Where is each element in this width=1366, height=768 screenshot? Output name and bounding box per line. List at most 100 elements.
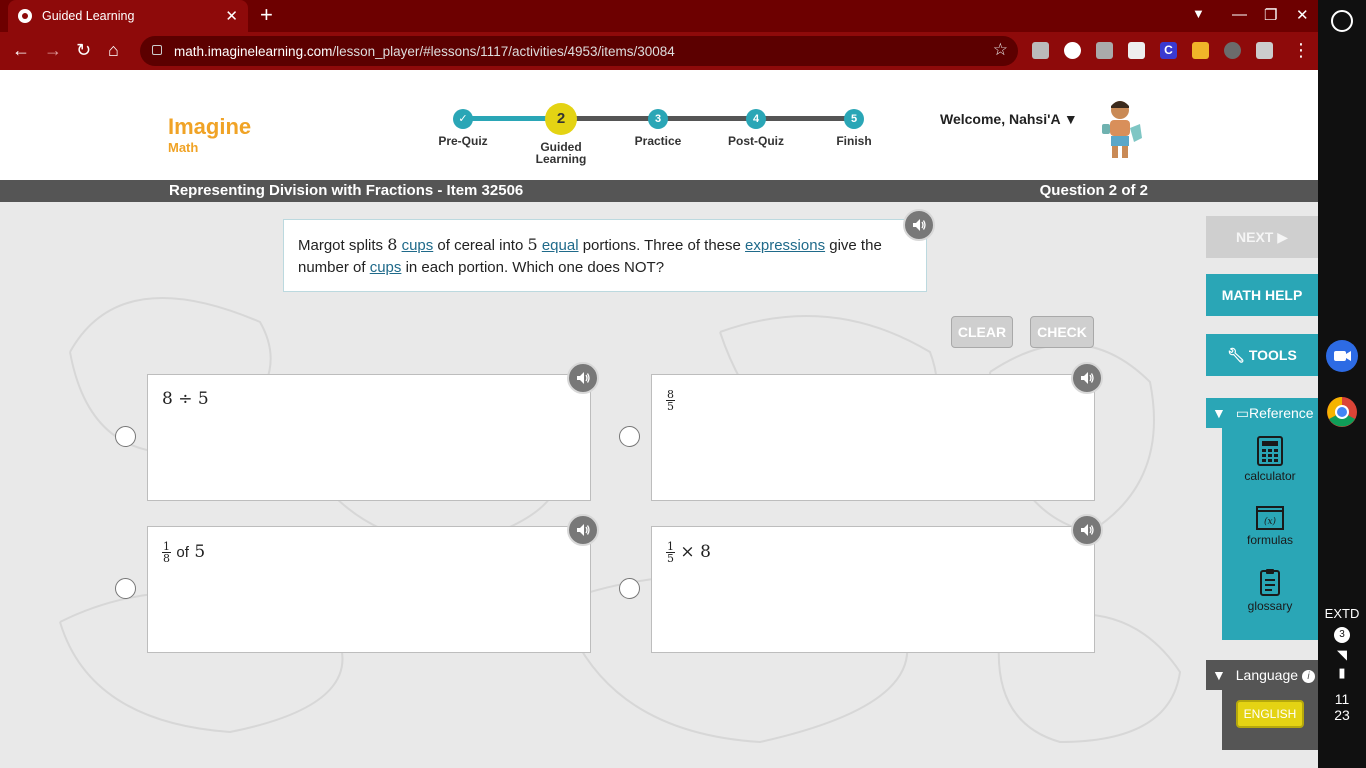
extensions-menu-icon[interactable] — [1256, 42, 1273, 59]
prompt-audio-button[interactable] — [903, 209, 935, 241]
home-icon[interactable]: ⌂ — [108, 40, 119, 60]
reference-label: Reference — [1248, 405, 1314, 421]
extension-printer-icon[interactable] — [1096, 42, 1113, 59]
lesson-title-bar: Representing Division with Fractions - I… — [0, 180, 1318, 202]
language-header[interactable]: ▼ Language i — [1206, 660, 1318, 690]
clock-hour: 11 — [1334, 691, 1350, 707]
tools-label: TOOLS — [1248, 347, 1297, 363]
extension-target-icon[interactable] — [1064, 42, 1081, 59]
choice-c-audio-button[interactable] — [567, 514, 599, 546]
tools-button[interactable]: 🔧︎ TOOLS — [1206, 334, 1318, 376]
denominator: 5 — [667, 552, 674, 565]
choice-d-radio[interactable] — [619, 578, 640, 599]
prompt-number: 5 — [527, 235, 538, 254]
minimize-icon[interactable]: — — [1232, 6, 1247, 23]
formulas-tool[interactable]: (x) formulas — [1222, 506, 1318, 547]
glossary-link-equal[interactable]: equal — [542, 237, 579, 254]
close-window-icon[interactable]: ✕ — [1296, 6, 1309, 24]
glossary-label: glossary — [1247, 599, 1293, 613]
step-label-guided-learning: Guided Learning — [535, 140, 587, 166]
notification-badge: 3 — [1334, 627, 1350, 643]
speaker-icon — [913, 219, 926, 231]
back-icon[interactable]: ← — [12, 40, 30, 60]
prompt-text: Margot splits — [298, 237, 388, 254]
system-tray[interactable]: EXTD 3 ◥ ▮ 11 23 — [1318, 606, 1366, 723]
collapse-triangle-icon: ▼ — [1212, 405, 1226, 421]
english-button[interactable]: ENGLISH — [1236, 700, 1304, 728]
choice-b[interactable]: 85 — [651, 374, 1095, 501]
extension-image-icon[interactable] — [1128, 42, 1145, 59]
fraction: 85 — [666, 389, 675, 412]
choice-d-audio-button[interactable] — [1071, 514, 1103, 546]
chrome-app-icon[interactable] — [1326, 396, 1358, 428]
choice-a[interactable]: 8 ÷ 5 — [147, 374, 591, 501]
fraction: 15 — [666, 541, 675, 564]
url-path: /lesson_player/#lessons/1117/activities/… — [332, 43, 675, 59]
choice-c-radio[interactable] — [115, 578, 136, 599]
bookmark-star-icon[interactable]: ☆ — [993, 40, 1008, 60]
choice-b-radio[interactable] — [619, 426, 640, 447]
info-icon[interactable]: i — [1301, 669, 1315, 683]
maximize-icon[interactable]: ❐ — [1264, 6, 1277, 24]
operand: 5 — [194, 542, 206, 562]
operand: 8 — [162, 389, 173, 409]
calculator-tool[interactable]: calculator — [1222, 436, 1318, 483]
reload-icon[interactable]: ↻ — [76, 40, 91, 60]
step-pre-quiz: ✓ — [453, 109, 473, 129]
zoom-app-icon[interactable] — [1326, 340, 1358, 372]
step-finish: 5 — [844, 109, 864, 129]
prompt-number: 8 — [387, 235, 398, 254]
browser-tab[interactable]: Guided Learning ✕ — [8, 0, 248, 32]
clear-button[interactable]: CLEAR — [951, 316, 1013, 348]
forward-icon[interactable]: → — [44, 40, 62, 60]
glossary-link-cups[interactable]: cups — [370, 259, 402, 276]
user-menu[interactable]: Welcome, Nahsi'A ▼ — [940, 111, 1078, 127]
question-counter: Question 2 of 2 — [1039, 182, 1148, 199]
site-favicon-icon — [18, 9, 32, 23]
denominator: 8 — [163, 552, 170, 565]
browser-tab-bar: Guided Learning ✕ + ▼ — ❐ ✕ — [0, 0, 1318, 32]
speaker-icon — [1081, 524, 1094, 536]
wrench-icon: 🔧︎ — [1227, 347, 1245, 363]
svg-text:(x): (x) — [1264, 516, 1277, 527]
formulas-label: formulas — [1246, 533, 1293, 547]
choice-d[interactable]: 15 × 8 — [651, 526, 1095, 653]
extension-c-icon[interactable]: C — [1160, 42, 1177, 59]
choice-b-audio-button[interactable] — [1071, 362, 1103, 394]
reference-panel: calculator (x) formulas glossary — [1222, 428, 1318, 640]
glossary-link-expressions[interactable]: expressions — [745, 237, 825, 254]
battery-icon: ▮ — [1338, 665, 1346, 680]
avatar[interactable] — [1096, 98, 1144, 160]
close-tab-icon[interactable]: ✕ — [225, 7, 238, 25]
lesson-title: Representing Division with Fractions - I… — [169, 182, 524, 199]
extension-thumb-icon[interactable] — [1192, 42, 1209, 59]
glossary-link-cups[interactable]: cups — [402, 237, 434, 254]
operand: 8 — [700, 542, 711, 562]
site-info-icon[interactable] — [152, 45, 162, 55]
step-label-post-quiz: Post-Quiz — [728, 134, 784, 148]
prompt-text: in each portion. Which one does NOT? — [401, 259, 665, 276]
math-help-button[interactable]: MATH HELP — [1206, 274, 1318, 316]
address-bar[interactable]: math.imaginelearning.com/lesson_player/#… — [140, 36, 1018, 66]
extension-puzzle-icon[interactable] — [1032, 42, 1049, 59]
operand: 5 — [197, 389, 209, 409]
step-guided-learning: 2 — [545, 103, 577, 135]
step-label-pre-quiz: Pre-Quiz — [438, 134, 488, 148]
choice-a-radio[interactable] — [115, 426, 136, 447]
extension-chat-icon[interactable] — [1224, 42, 1241, 59]
collapse-triangle-icon: ▼ — [1212, 667, 1226, 683]
check-button[interactable]: CHECK — [1030, 316, 1094, 348]
glossary-tool[interactable]: glossary — [1222, 568, 1318, 613]
next-button[interactable]: NEXT ▶ — [1206, 216, 1318, 258]
tab-search-icon[interactable]: ▼ — [1192, 6, 1205, 21]
language-label: Language — [1235, 667, 1299, 683]
prompt-text: of cereal into — [433, 237, 528, 254]
reference-header[interactable]: ▼ ▭Reference — [1206, 398, 1318, 428]
tab-title: Guided Learning — [42, 9, 135, 23]
step-label-finish: Finish — [836, 134, 872, 148]
choice-a-audio-button[interactable] — [567, 362, 599, 394]
launcher-icon[interactable] — [1331, 10, 1353, 32]
browser-menu-icon[interactable]: ⋮ — [1292, 40, 1310, 60]
new-tab-icon[interactable]: + — [260, 4, 273, 26]
choice-c[interactable]: 18 of 5 — [147, 526, 591, 653]
